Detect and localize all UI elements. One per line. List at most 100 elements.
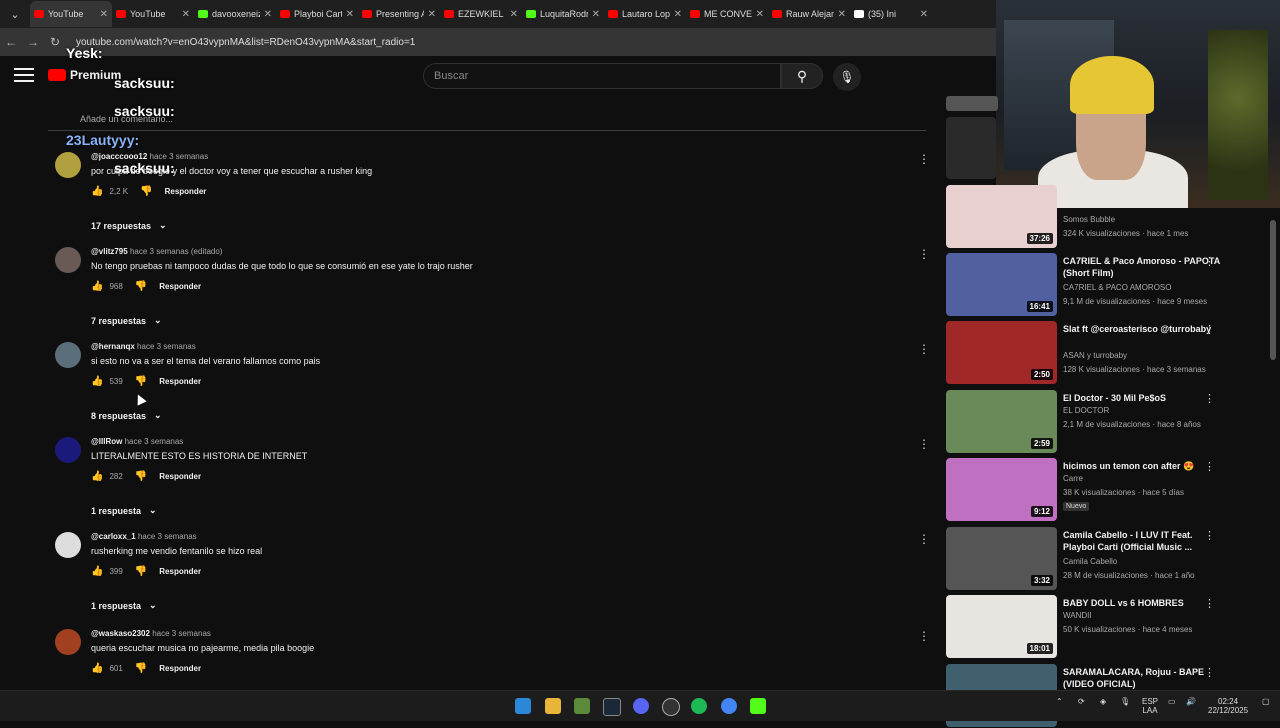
hamburger-menu-icon[interactable] xyxy=(14,68,34,84)
like-icon[interactable]: 👍 xyxy=(91,186,103,197)
tab-close-icon[interactable]: ✕ xyxy=(346,9,354,20)
browser-tab[interactable]: davooxeneize ✕ xyxy=(194,1,276,27)
video-title[interactable]: hicimos un temon con after 😍 xyxy=(1063,460,1223,472)
mic-button[interactable]: 🎙 xyxy=(833,63,861,91)
tab-close-icon[interactable]: ✕ xyxy=(100,9,108,20)
comment-time[interactable]: hace 3 semanas xyxy=(152,629,211,638)
video-title[interactable]: SARAMALACARA, Rojuu - BAPE (VIDEO OFICIA… xyxy=(1063,666,1223,690)
video-item[interactable]: 2:59 El Doctor - 30 Mil Pe$oS EL DOCTOR 2,1… xyxy=(946,390,1266,454)
comment-author[interactable]: @hernanqx xyxy=(91,342,135,351)
comment-time[interactable]: hace 3 semanas xyxy=(125,437,184,446)
video-item[interactable]: 9:12 hicimos un temon con after 😍 Carre 38 … xyxy=(946,458,1266,522)
video-channel[interactable]: Somos Bubble xyxy=(1063,215,1115,224)
tab-close-icon[interactable]: ✕ xyxy=(592,9,600,20)
video-title[interactable]: El Doctor - 30 Mil Pe$oS xyxy=(1063,392,1223,404)
video-channel[interactable]: Camila Cabello xyxy=(1063,557,1117,566)
video-title[interactable]: CA7RIEL & Paco Amoroso - PAPOTA (Short F… xyxy=(1063,255,1223,279)
video-thumbnail[interactable]: 2:59 xyxy=(946,390,1057,453)
notification-icon[interactable]: ▢ xyxy=(1262,697,1270,706)
video-thumbnail[interactable]: 18:01 xyxy=(946,595,1057,658)
tab-close-icon[interactable]: ✕ xyxy=(674,9,682,20)
video-channel[interactable]: CA7RIEL & PACO AMOROSO xyxy=(1063,283,1171,292)
comment-menu-icon[interactable]: ⋮ xyxy=(918,629,930,643)
video-menu-icon[interactable]: ⋮ xyxy=(1204,392,1215,405)
reply-button[interactable]: Responder xyxy=(159,567,201,576)
app-icon[interactable] xyxy=(574,698,590,714)
comment-author[interactable]: @waskaso2302 xyxy=(91,629,150,638)
sidebar-thumb-partial[interactable] xyxy=(946,96,998,111)
video-channel[interactable]: Carre xyxy=(1063,474,1083,483)
comment-menu-icon[interactable]: ⋮ xyxy=(918,342,930,356)
video-menu-icon[interactable]: ⋮ xyxy=(1204,460,1215,473)
video-item[interactable]: 18:01 BABY DOLL vs 6 HOMBRES WANDII 50 K vi… xyxy=(946,595,1266,659)
comment-time[interactable]: hace 3 semanas xyxy=(137,342,196,351)
reply-button[interactable]: Responder xyxy=(159,664,201,673)
spotify-icon[interactable] xyxy=(691,698,707,714)
replies-toggle[interactable]: 8 respuestas ⌄ xyxy=(91,410,162,421)
tab-close-icon[interactable]: ✕ xyxy=(182,9,190,20)
replies-toggle[interactable]: 17 respuestas ⌄ xyxy=(91,220,167,231)
network-icon[interactable]: ▭ xyxy=(1168,697,1176,706)
browser-tab[interactable]: EZEWKIEL - ✕ xyxy=(440,1,522,27)
dislike-icon[interactable]: 👎 xyxy=(135,376,147,387)
search-input[interactable]: Buscar xyxy=(423,63,781,89)
like-icon[interactable]: 👍 xyxy=(91,376,103,387)
avatar[interactable] xyxy=(55,152,81,178)
video-thumbnail[interactable]: 3:32 xyxy=(946,527,1057,590)
volume-icon[interactable]: 🔊 xyxy=(1186,697,1196,706)
video-title[interactable]: Camila Cabello - I LUV IT Feat. Playboi … xyxy=(1063,529,1223,553)
avatar[interactable] xyxy=(55,247,81,273)
browser-tab[interactable]: LuquitaRodr ✕ xyxy=(522,1,604,27)
video-title[interactable]: Slat ft @ceroasterisco @turrobaby xyxy=(1063,323,1223,335)
browser-tab[interactable]: Lautaro Lope ✕ xyxy=(604,1,686,27)
replies-toggle[interactable]: 1 respuesta ⌄ xyxy=(91,600,157,611)
video-item[interactable]: 3:32 Camila Cabello - I LUV IT Feat. Play… xyxy=(946,527,1266,591)
discord-icon[interactable] xyxy=(633,698,649,714)
forward-icon[interactable]: → xyxy=(22,35,44,49)
reload-icon[interactable]: ↻ xyxy=(44,35,66,49)
video-channel[interactable]: WANDII xyxy=(1063,611,1092,620)
dislike-icon[interactable]: 👎 xyxy=(140,186,152,197)
reply-button[interactable]: Responder xyxy=(159,282,201,291)
like-icon[interactable]: 👍 xyxy=(91,663,103,674)
tray-mic-icon[interactable]: 🎙 xyxy=(1120,697,1130,706)
video-item[interactable]: 37:26 Somos Bubble 324 K visualizaciones ·… xyxy=(946,185,1266,249)
video-menu-icon[interactable]: ⋮ xyxy=(1204,255,1215,268)
video-item[interactable]: 16:41 CA7RIEL & Paco Amoroso - PAPOTA (Sh… xyxy=(946,253,1266,317)
sidebar-thumb-partial[interactable] xyxy=(946,117,996,179)
video-thumbnail[interactable]: 9:12 xyxy=(946,458,1057,521)
language-indicator[interactable]: ESP LAA xyxy=(1142,697,1158,715)
video-channel[interactable]: ASAN y turrobaby xyxy=(1063,351,1127,360)
video-channel[interactable]: EL DOCTOR xyxy=(1063,406,1109,415)
video-thumbnail[interactable]: 37:26 xyxy=(946,185,1057,248)
tab-close-icon[interactable]: ✕ xyxy=(920,9,928,20)
chrome-icon[interactable] xyxy=(721,698,737,714)
comment-author[interactable]: @joacccooo12 xyxy=(91,152,147,161)
video-thumbnail[interactable]: 2:50 xyxy=(946,321,1057,384)
comment-time[interactable]: hace 3 semanas (editado) xyxy=(130,247,223,256)
obs-icon[interactable] xyxy=(662,698,680,716)
replies-toggle[interactable]: 7 respuestas ⌄ xyxy=(91,315,162,326)
dislike-icon[interactable]: 👎 xyxy=(135,471,147,482)
url-field[interactable]: youtube.com/watch?v=enO43vypnMA&list=RDe… xyxy=(76,37,415,48)
like-icon[interactable]: 👍 xyxy=(91,471,103,482)
scrollbar-thumb[interactable] xyxy=(1270,220,1276,360)
video-menu-icon[interactable]: ⋮ xyxy=(1204,529,1215,542)
browser-tab[interactable]: ME CONVER ✕ xyxy=(686,1,768,27)
comment-author[interactable]: @lllRow xyxy=(91,437,122,446)
browser-tab[interactable]: Rauw Alejan ✕ xyxy=(768,1,850,27)
kick-icon[interactable] xyxy=(750,698,766,714)
comment-time[interactable]: hace 3 semanas xyxy=(150,152,209,161)
video-thumbnail[interactable]: 16:41 xyxy=(946,253,1057,316)
comment-menu-icon[interactable]: ⋮ xyxy=(918,152,930,166)
clock[interactable]: 02:24 22/12/2025 xyxy=(1208,697,1248,715)
dislike-icon[interactable]: 👎 xyxy=(135,663,147,674)
avatar[interactable] xyxy=(55,629,81,655)
browser-tab[interactable]: Presenting A ✕ xyxy=(358,1,440,27)
youtube-logo[interactable]: Premium xyxy=(48,68,121,82)
reply-button[interactable]: Responder xyxy=(165,187,207,196)
video-menu-icon[interactable]: ⋮ xyxy=(1204,597,1215,610)
browser-tab[interactable]: Playboi Carti ✕ xyxy=(276,1,358,27)
browser-tab[interactable]: YouTube ✕ xyxy=(30,1,112,27)
tray-chevron-icon[interactable]: ⌃ xyxy=(1056,697,1063,706)
